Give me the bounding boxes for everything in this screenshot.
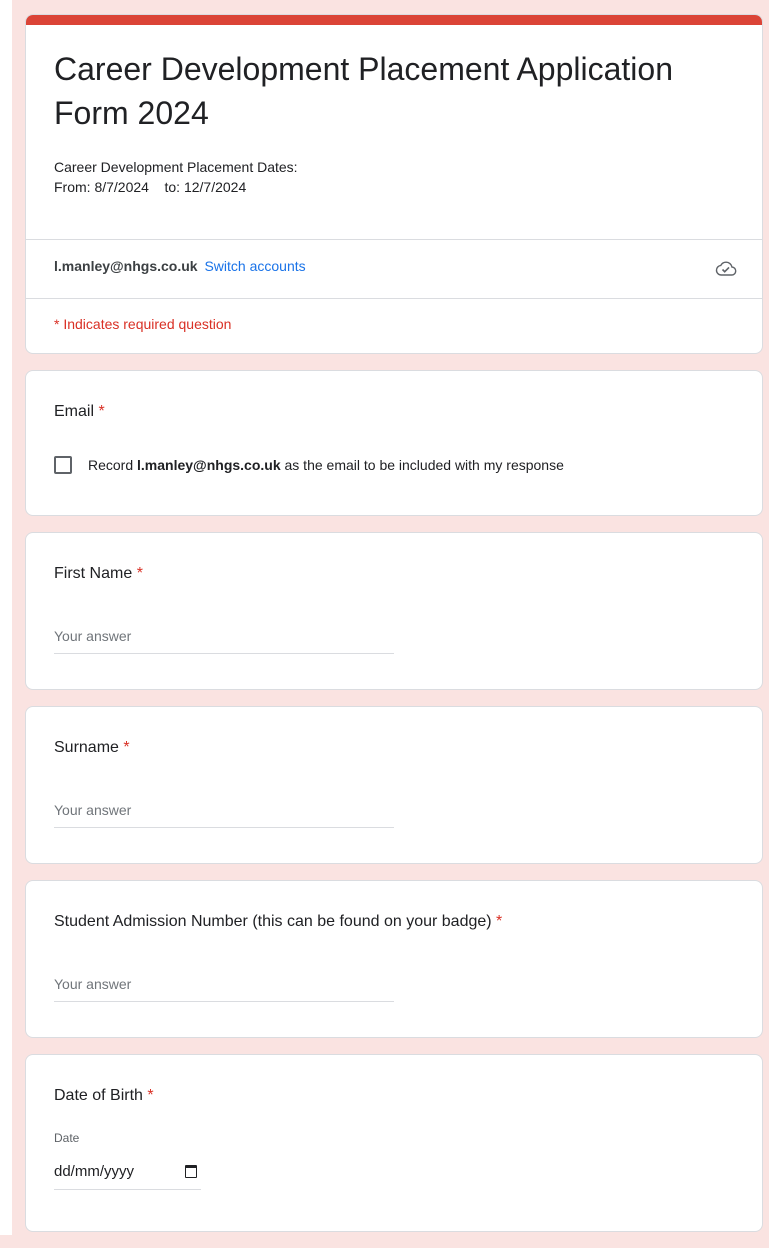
- required-asterisk: *: [147, 1087, 154, 1104]
- required-asterisk: *: [136, 565, 143, 582]
- switch-accounts-link[interactable]: Switch accounts: [204, 258, 305, 274]
- question-title: Student Admission Number (this can be fo…: [54, 913, 502, 931]
- question-label: Email: [54, 403, 95, 420]
- question-label: Date of Birth: [54, 1087, 143, 1104]
- record-email-option[interactable]: Record l.manley@nhgs.co.uk as the email …: [54, 456, 564, 474]
- form-title: Career Development Placement Application…: [54, 51, 673, 131]
- required-asterisk: *: [496, 913, 503, 930]
- question-title: Email *: [54, 403, 105, 421]
- date-of-birth-input[interactable]: dd/mm/yyyy: [54, 1153, 201, 1190]
- page-left-edge: [0, 0, 12, 1235]
- first-name-input[interactable]: Your answer: [54, 625, 394, 654]
- theme-top-bar: [26, 15, 762, 25]
- description-line-2: From: 8/7/2024 to: 12/7/2024: [54, 179, 247, 195]
- question-label: First Name: [54, 565, 133, 582]
- calendar-icon[interactable]: [185, 1164, 197, 1178]
- record-email: l.manley@nhgs.co.uk: [137, 457, 281, 473]
- description-line-1: Career Development Placement Dates:: [54, 159, 298, 175]
- form-header-card: Career Development Placement Application…: [25, 14, 763, 354]
- required-asterisk: *: [123, 739, 130, 756]
- question-title: First Name *: [54, 565, 143, 583]
- question-first-name: First Name * Your answer: [25, 532, 763, 690]
- record-prefix: Record: [88, 457, 134, 473]
- form-description: Career Development Placement Dates: From…: [54, 157, 298, 197]
- question-date-of-birth: Date of Birth * Date dd/mm/yyyy: [25, 1054, 763, 1232]
- question-title: Surname *: [54, 739, 130, 757]
- question-title: Date of Birth *: [54, 1087, 154, 1105]
- account-row: l.manley@nhgs.co.uk Switch accounts: [54, 258, 306, 274]
- account-email: l.manley@nhgs.co.uk: [54, 258, 198, 274]
- question-admission-number: Student Admission Number (this can be fo…: [25, 880, 763, 1038]
- date-placeholder: dd/mm/yyyy: [54, 1162, 135, 1180]
- question-surname: Surname * Your answer: [25, 706, 763, 864]
- cloud-saved-icon[interactable]: [714, 256, 738, 280]
- required-asterisk: *: [98, 403, 105, 420]
- question-email: Email * Record l.manley@nhgs.co.uk as th…: [25, 370, 763, 516]
- admission-number-input[interactable]: Your answer: [54, 973, 394, 1002]
- record-suffix: as the email to be included with my resp…: [284, 457, 564, 473]
- required-notice: * Indicates required question: [54, 316, 232, 332]
- question-label: Student Admission Number (this can be fo…: [54, 913, 492, 930]
- record-email-checkbox[interactable]: [54, 456, 72, 474]
- header-divider-1: [26, 239, 762, 240]
- header-divider-2: [26, 298, 762, 299]
- surname-input[interactable]: Your answer: [54, 799, 394, 828]
- form-container: Career Development Placement Application…: [25, 14, 763, 1248]
- date-label: Date: [54, 1131, 80, 1145]
- question-label: Surname: [54, 739, 119, 756]
